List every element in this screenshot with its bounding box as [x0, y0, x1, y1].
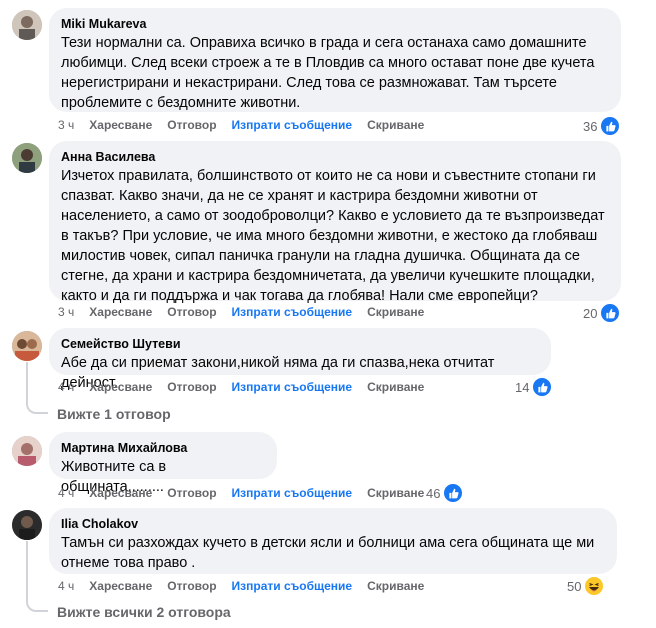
- reaction-number: 36: [583, 118, 598, 134]
- profile-photo-icon: [12, 331, 42, 361]
- comment-bubble: Семейство Шутеви Абе да си приемат закон…: [49, 328, 551, 391]
- thread-line: [26, 541, 48, 612]
- profile-photo-icon: [12, 436, 42, 466]
- comment-author[interactable]: Ilia Cholakov: [61, 516, 605, 532]
- comment-author[interactable]: Мартина Михайлова: [61, 440, 265, 456]
- comment-actions: 3 ч Харесване Отговор Изпрати съобщение …: [58, 118, 424, 132]
- profile-photo-icon: [12, 143, 42, 173]
- comment-bubble: Мартина Михайлова Животните са в общинат…: [49, 432, 277, 495]
- comment-actions: 4 ч Харесване Отговор Изпрати съобщение …: [58, 579, 424, 593]
- comment-time[interactable]: 4 ч: [58, 579, 74, 593]
- comment-text: Тези нормални са. Оправиха всичко в град…: [61, 35, 595, 111]
- comment-time[interactable]: 3 ч: [58, 305, 74, 319]
- reaction-count[interactable]: 36: [583, 116, 621, 136]
- reply-button[interactable]: Отговор: [167, 118, 216, 132]
- reaction-count[interactable]: 20: [583, 303, 621, 323]
- like-icon: [600, 303, 621, 323]
- like-button[interactable]: Харесване: [89, 380, 152, 394]
- send-message-button[interactable]: Изпрати съобщение: [232, 380, 353, 394]
- reply-button[interactable]: Отговор: [167, 305, 216, 319]
- hide-button[interactable]: Скриване: [367, 305, 424, 319]
- reply-button[interactable]: Отговор: [167, 579, 216, 593]
- send-message-button[interactable]: Изпрати съобщение: [232, 118, 353, 132]
- view-replies-link[interactable]: Вижте 1 отговор: [57, 406, 171, 422]
- avatar[interactable]: [12, 331, 42, 361]
- reaction-number: 14: [515, 379, 530, 395]
- comment-actions: 4 ч Харесване Отговор Изпрати съобщение …: [58, 486, 424, 500]
- profile-photo-icon: [12, 10, 42, 40]
- hide-button[interactable]: Скриване: [367, 118, 424, 132]
- send-message-button[interactable]: Изпрати съобщение: [232, 486, 353, 500]
- reaction-count[interactable]: 46: [426, 483, 464, 503]
- hide-button[interactable]: Скриване: [367, 380, 424, 394]
- comment-bubble: Ilia Cholakov Тамън си разхождах кучето …: [49, 508, 617, 574]
- like-button[interactable]: Харесване: [89, 305, 152, 319]
- avatar[interactable]: [12, 436, 42, 466]
- comment-actions: 4 ч Харесване Отговор Изпрати съобщение …: [58, 380, 424, 394]
- like-button[interactable]: Харесване: [89, 579, 152, 593]
- like-icon: [600, 116, 621, 136]
- like-button[interactable]: Харесване: [89, 118, 152, 132]
- avatar[interactable]: [12, 10, 42, 40]
- comment-author[interactable]: Miki Mukareva: [61, 16, 609, 32]
- comment-time[interactable]: 4 ч: [58, 380, 74, 394]
- like-icon: [532, 377, 553, 397]
- reply-button[interactable]: Отговор: [167, 486, 216, 500]
- reply-button[interactable]: Отговор: [167, 380, 216, 394]
- thread-line: [26, 362, 48, 414]
- reaction-number: 50: [567, 578, 582, 594]
- reaction-number: 20: [583, 305, 598, 321]
- reaction-count[interactable]: 14: [515, 377, 553, 397]
- comment-author[interactable]: Анна Василева: [61, 149, 609, 165]
- reaction-number: 46: [426, 485, 441, 501]
- like-button[interactable]: Харесване: [89, 486, 152, 500]
- comment-time[interactable]: 4 ч: [58, 486, 74, 500]
- profile-photo-icon: [12, 510, 42, 540]
- haha-icon: [584, 576, 605, 596]
- send-message-button[interactable]: Изпрати съобщение: [232, 305, 353, 319]
- hide-button[interactable]: Скриване: [367, 579, 424, 593]
- comment-time[interactable]: 3 ч: [58, 118, 74, 132]
- send-message-button[interactable]: Изпрати съобщение: [232, 579, 353, 593]
- view-replies-link[interactable]: Вижте всички 2 отговора: [57, 604, 231, 620]
- avatar[interactable]: [12, 510, 42, 540]
- comment-text: Изчетох правилата, болшинството от които…: [61, 168, 605, 304]
- comment-actions: 3 ч Харесване Отговор Изпрати съобщение …: [58, 305, 424, 319]
- comment-author[interactable]: Семейство Шутеви: [61, 336, 539, 352]
- reaction-count[interactable]: 50: [567, 576, 605, 596]
- avatar[interactable]: [12, 143, 42, 173]
- hide-button[interactable]: Скриване: [367, 486, 424, 500]
- comment-bubble: Miki Mukareva Тези нормални са. Оправиха…: [49, 8, 621, 112]
- comment-text: Тамън си разхождах кучето в детски ясли …: [61, 535, 595, 571]
- like-icon: [443, 483, 464, 503]
- comment-bubble: Анна Василева Изчетох правилата, болшинс…: [49, 141, 621, 304]
